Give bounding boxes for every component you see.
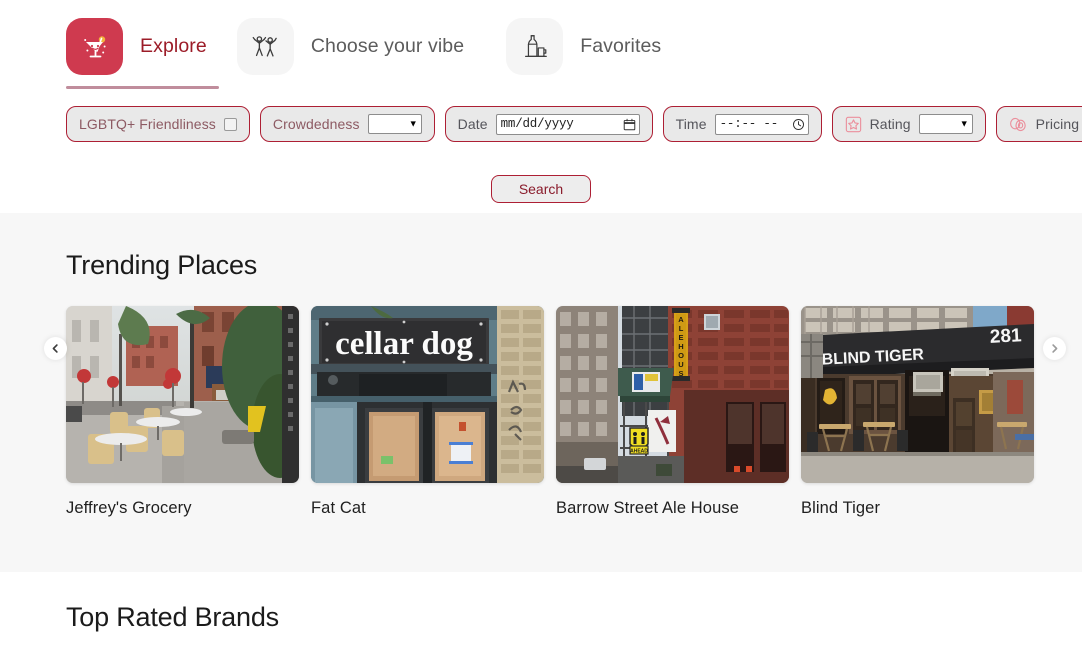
rating-select-wrap[interactable]: ▼ xyxy=(918,114,973,134)
filter-time[interactable]: Time --:-- -- xyxy=(662,106,822,142)
place-card-name: Barrow Street Ale House xyxy=(556,499,739,517)
svg-text:L: L xyxy=(679,324,684,333)
tab-explore[interactable]: Explore xyxy=(66,10,207,84)
filter-pricing[interactable]: Pricing ▼ xyxy=(995,106,1082,142)
carousel-prev-button[interactable] xyxy=(44,337,67,360)
filter-date[interactable]: Date mm/dd/yyyy xyxy=(444,106,653,142)
filter-date-label: Date xyxy=(457,116,488,132)
svg-text:AHEAD: AHEAD xyxy=(630,449,648,455)
filter-crowdedness[interactable]: Crowdedness ▼ xyxy=(259,106,435,142)
rating-select[interactable] xyxy=(918,114,973,134)
date-placeholder: mm/dd/yyyy xyxy=(500,117,574,131)
cocktail-icon xyxy=(66,18,123,75)
svg-text:cellar dog: cellar dog xyxy=(335,326,473,362)
top-rated-brands-section: Top Rated Brands xyxy=(0,572,1082,645)
trending-cards-carousel: Jeffrey's Grocery cellar dog Fat Cat A L… xyxy=(66,306,1082,518)
chevron-left-icon xyxy=(52,344,58,353)
tab-choose-your-vibe[interactable]: Choose your vibe xyxy=(236,10,465,84)
carousel-next-button[interactable] xyxy=(1043,337,1066,360)
svg-text:H: H xyxy=(678,342,683,351)
clock-icon[interactable] xyxy=(792,118,805,131)
place-card[interactable]: ALE HOUS AHEAD Barrow Street Ale House xyxy=(556,306,789,518)
tab-favorites[interactable]: Favorites xyxy=(506,10,661,84)
tab-choose-your-vibe-label: Choose your vibe xyxy=(310,35,465,57)
svg-text:O: O xyxy=(678,351,684,360)
lgbtq-checkbox[interactable] xyxy=(223,117,237,131)
filter-rating[interactable]: Rating ▼ xyxy=(831,106,986,142)
place-card-name: Jeffrey's Grocery xyxy=(66,499,192,517)
place-card-name: Blind Tiger xyxy=(801,499,881,517)
filter-bar: LGBTQ+ Friendliness Crowdedness ▼ Date m… xyxy=(0,93,1082,155)
filter-lgbtq-label: LGBTQ+ Friendliness xyxy=(79,116,216,132)
trending-places-title: Trending Places xyxy=(66,250,258,280)
search-row: Search xyxy=(0,155,1082,213)
svg-text:U: U xyxy=(678,360,683,369)
place-card[interactable]: cellar dog Fat Cat xyxy=(311,306,544,518)
filter-pricing-label: Pricing xyxy=(1035,116,1080,132)
svg-text:A: A xyxy=(678,315,684,324)
active-tab-underline xyxy=(66,86,219,89)
svg-text:281: 281 xyxy=(989,325,1022,348)
date-input[interactable]: mm/dd/yyyy xyxy=(495,113,640,135)
dancing-people-icon xyxy=(236,18,294,75)
star-box-icon xyxy=(845,116,862,133)
crowdedness-select-wrap[interactable]: ▼ xyxy=(367,114,422,134)
coins-icon xyxy=(1009,116,1028,133)
filter-rating-label: Rating xyxy=(869,116,911,132)
filter-crowdedness-label: Crowdedness xyxy=(272,116,360,132)
place-card-name: Fat Cat xyxy=(311,499,366,517)
filter-time-label: Time xyxy=(675,116,707,132)
search-button[interactable]: Search xyxy=(491,175,591,203)
svg-text:E: E xyxy=(678,333,683,342)
top-nav: Explore Choose your vibe Favorites xyxy=(0,0,1082,93)
crowdedness-select[interactable] xyxy=(367,114,422,134)
top-rated-brands-title: Top Rated Brands xyxy=(66,602,279,632)
cellar-dog-storefront-photo: cellar dog xyxy=(311,306,544,483)
blind-tiger-awning-photo: BLIND TIGER 281 xyxy=(801,306,1034,483)
tab-explore-label: Explore xyxy=(140,35,207,57)
calendar-icon[interactable] xyxy=(623,118,636,131)
time-placeholder: --:-- -- xyxy=(719,117,779,131)
alehouse-vertical-sign-photo: ALE HOUS AHEAD xyxy=(556,306,789,483)
tab-favorites-label: Favorites xyxy=(580,35,662,57)
bottle-glass-icon xyxy=(506,18,564,75)
street-cafe-tables-photo xyxy=(66,306,299,483)
chevron-right-icon xyxy=(1052,344,1058,353)
filter-lgbtq-friendliness[interactable]: LGBTQ+ Friendliness xyxy=(66,106,250,142)
place-card[interactable]: BLIND TIGER 281 Blind Tiger xyxy=(801,306,1034,518)
place-card[interactable]: Jeffrey's Grocery xyxy=(66,306,299,518)
time-input[interactable]: --:-- -- xyxy=(714,113,809,135)
trending-places-section: Trending Places Jeffrey's Grocery cellar… xyxy=(0,213,1082,572)
